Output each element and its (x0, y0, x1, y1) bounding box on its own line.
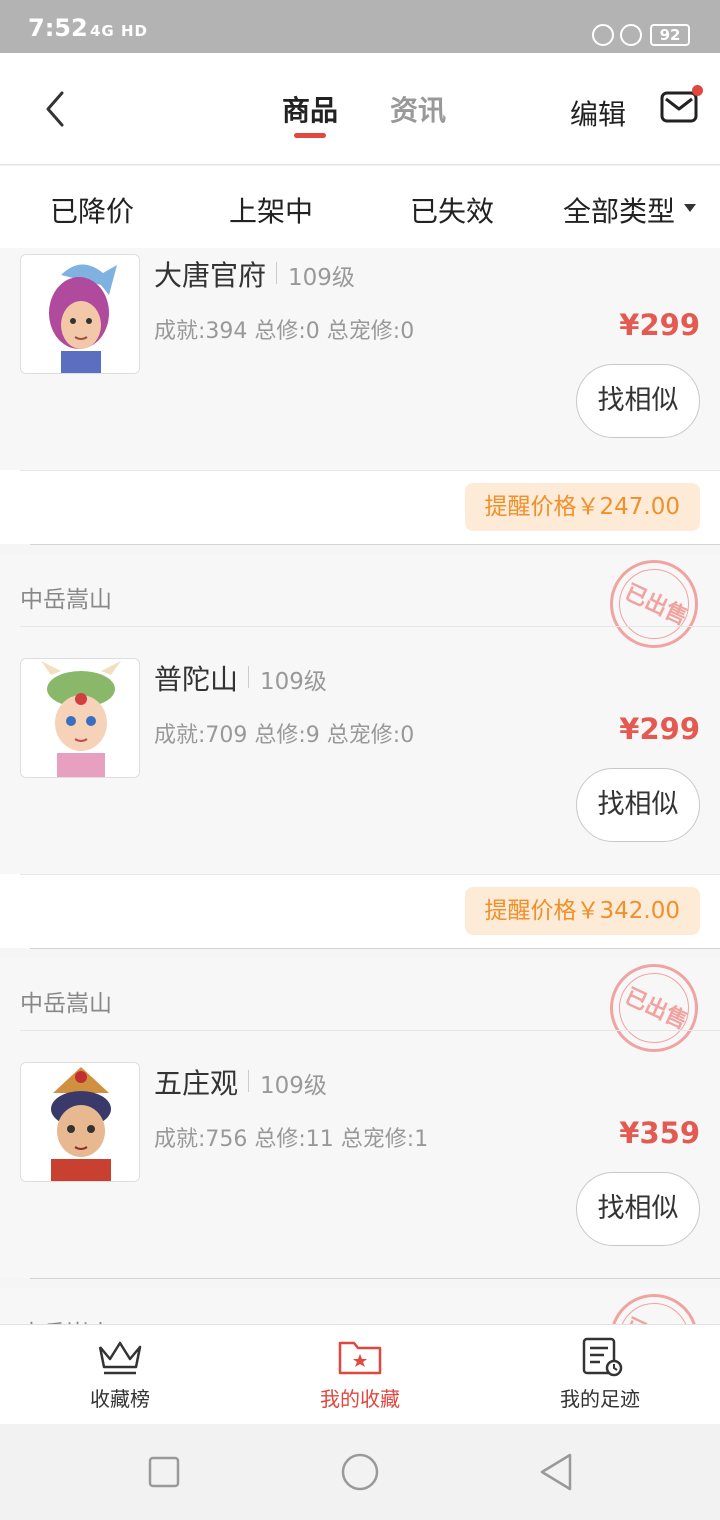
role-level: 109级 (288, 265, 355, 291)
divider (30, 1278, 720, 1279)
divider (276, 262, 277, 284)
bottom-nav: 收藏榜 我的收藏 我的足迹 (0, 1324, 720, 1424)
mail-icon[interactable] (660, 91, 698, 123)
divider (248, 666, 249, 688)
list-item[interactable]: 大唐官府 109级 成就:394 总修:0 总宠修:0 ¥299 找相似 (0, 248, 720, 470)
sold-stamp-text: 已出售 (620, 983, 692, 1035)
divider (20, 470, 720, 471)
find-similar-button[interactable]: 找相似 (576, 364, 700, 438)
avatar (20, 1062, 140, 1182)
server-name: 中岳嵩山 (20, 587, 112, 613)
divider (20, 1030, 720, 1031)
divider (30, 544, 720, 545)
divider (30, 948, 720, 949)
battery-indicator: 92 (650, 24, 690, 46)
nav-my-favorites[interactable]: 我的收藏 (260, 1337, 460, 1412)
sold-stamp: 已出售 (610, 560, 698, 648)
remind-price-badge: 提醒价格￥342.00 (464, 887, 700, 935)
sold-stamp-text: 已出售 (620, 579, 692, 631)
role-school: 大唐官府 (154, 259, 267, 292)
sold-stamp-text: 已出售 (619, 1308, 694, 1324)
filter-price-dropped[interactable]: 已降价 (50, 190, 134, 230)
filter-bar: 已降价 上架中 已失效 全部类型 (0, 166, 720, 248)
tab-news[interactable]: 资讯 (390, 89, 446, 129)
item-price: ¥299 (619, 308, 700, 342)
role-school: 五庄观 (154, 1067, 239, 1100)
network-indicator: 4G HD (90, 22, 148, 40)
filter-all-types[interactable]: 全部类型 (563, 190, 675, 230)
sold-stamp: 已出售 (610, 1294, 698, 1324)
sold-stamp: 已出售 (610, 964, 698, 1052)
list-item[interactable]: 中岳嵩山 已出售 (0, 1288, 720, 1324)
role-stats: 成就:756 总修:11 总宠修:1 (154, 1127, 429, 1152)
back-arrow-icon[interactable] (40, 89, 76, 129)
nav-label: 我的足迹 (560, 1387, 640, 1411)
home-icon[interactable] (341, 1453, 379, 1491)
nav-label: 我的收藏 (320, 1387, 400, 1411)
back-icon[interactable] (538, 1452, 574, 1492)
favorites-list: 大唐官府 109级 成就:394 总修:0 总宠修:0 ¥299 找相似 提醒价… (0, 248, 720, 1324)
nav-label: 收藏榜 (90, 1387, 150, 1411)
reminder-row: 提醒价格￥342.00 (0, 874, 720, 948)
recent-apps-icon[interactable] (148, 1456, 180, 1488)
filter-expired[interactable]: 已失效 (410, 190, 494, 230)
active-tab-indicator (294, 133, 326, 138)
edit-button[interactable]: 编辑 (570, 93, 626, 133)
nav-my-footprints[interactable]: 我的足迹 (500, 1337, 700, 1412)
role-stats: 成就:394 总修:0 总宠修:0 (154, 319, 415, 344)
role-level: 109级 (260, 669, 327, 695)
top-header: 商品 资讯 编辑 (0, 53, 720, 165)
alarm-icon (620, 24, 642, 46)
divider (248, 1070, 249, 1092)
avatar (20, 254, 140, 374)
rotation-lock-icon (592, 24, 614, 46)
nav-favorites-ranking[interactable]: 收藏榜 (20, 1337, 220, 1412)
status-time: 7:52 (28, 14, 88, 42)
avatar (20, 658, 140, 778)
divider (20, 626, 720, 627)
role-level: 109级 (260, 1073, 327, 1099)
find-similar-button[interactable]: 找相似 (576, 1172, 700, 1246)
system-nav-bar (0, 1424, 720, 1520)
role-school: 普陀山 (154, 663, 239, 696)
unread-dot (692, 85, 703, 96)
item-price: ¥299 (619, 712, 700, 746)
crown-icon (98, 1341, 142, 1375)
reminder-row: 提醒价格￥247.00 (0, 470, 720, 544)
role-stats: 成就:709 总修:9 总宠修:0 (154, 723, 415, 748)
remind-price-badge: 提醒价格￥247.00 (464, 483, 700, 531)
divider (20, 874, 720, 875)
server-name: 中岳嵩山 (20, 991, 112, 1017)
filter-on-sale[interactable]: 上架中 (229, 190, 313, 230)
item-price: ¥359 (619, 1116, 700, 1150)
list-item[interactable]: 中岳嵩山 已出售 五庄观 109级 成就:756 总修:11 总宠修:1 ¥35… (0, 958, 720, 1278)
history-icon (582, 1337, 623, 1377)
server-name: 中岳嵩山 (20, 1314, 112, 1324)
tab-goods[interactable]: 商品 (282, 89, 338, 129)
folder-star-icon (338, 1341, 382, 1375)
status-bar: 7:52 4G HD 92 (0, 0, 720, 53)
find-similar-button[interactable]: 找相似 (576, 768, 700, 842)
list-item[interactable]: 中岳嵩山 已出售 普陀山 109级 成就:709 总修:9 总宠修:0 ¥299… (0, 554, 720, 874)
chevron-down-icon[interactable] (684, 204, 696, 212)
